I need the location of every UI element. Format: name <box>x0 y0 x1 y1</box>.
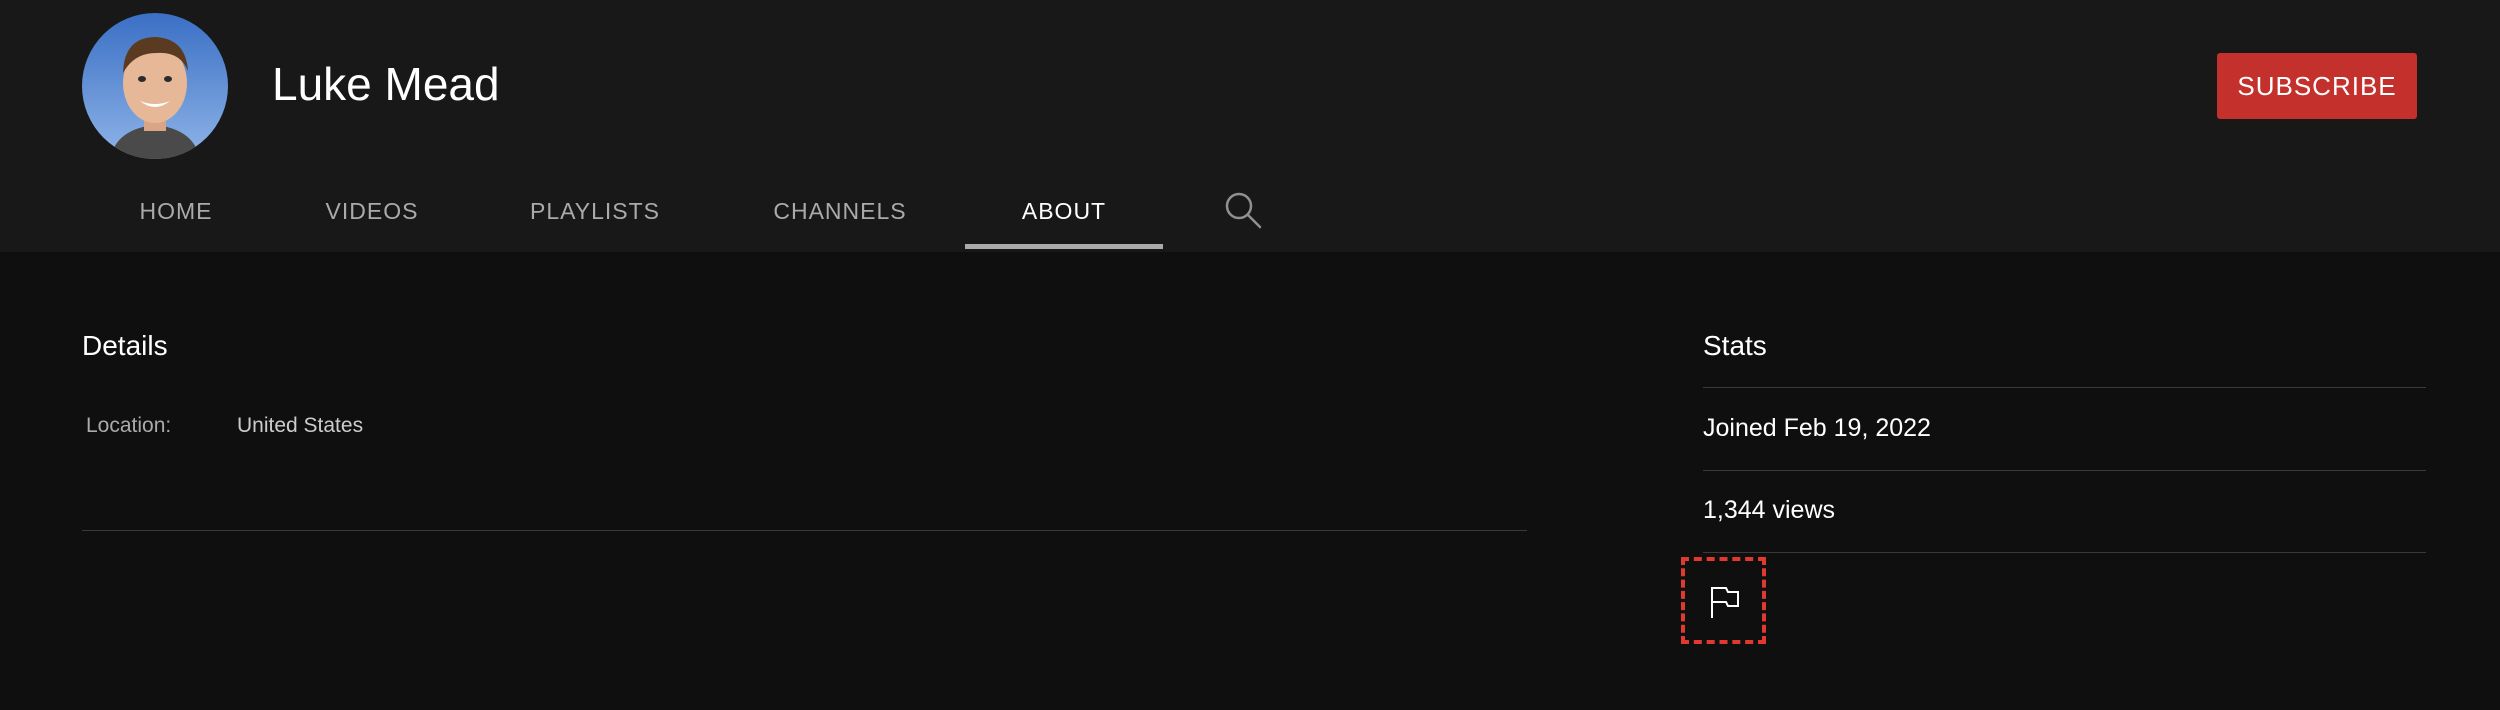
tab-playlists[interactable]: PLAYLISTS <box>500 170 690 252</box>
details-title: Details <box>82 330 168 361</box>
tab-channels[interactable]: CHANNELS <box>740 170 940 252</box>
tab-home[interactable]: HOME <box>96 170 256 252</box>
stats-divider <box>1703 552 2426 553</box>
subscribe-button[interactable]: SUBSCRIBE <box>2217 53 2417 119</box>
report-flag-button[interactable] <box>1681 557 1766 644</box>
channel-tab-bar: HOME VIDEOS PLAYLISTS CHANNELS ABOUT <box>0 170 1400 252</box>
stats-divider <box>1703 387 2426 388</box>
stats-title: Stats <box>1703 330 1767 361</box>
location-label: Location: <box>86 414 172 437</box>
details-divider <box>82 530 1527 531</box>
channel-name: Luke Mead <box>272 58 500 110</box>
stats-divider <box>1703 470 2426 471</box>
search-icon[interactable] <box>1222 190 1264 232</box>
tab-about[interactable]: ABOUT <box>965 170 1163 252</box>
avatar[interactable] <box>82 13 228 159</box>
joined-date: Joined Feb 19, 2022 <box>1703 414 1931 442</box>
flag-icon[interactable] <box>1709 585 1741 619</box>
active-tab-indicator <box>965 244 1163 249</box>
tab-videos[interactable]: VIDEOS <box>292 170 452 252</box>
location-value: United States <box>237 414 364 437</box>
view-count: 1,344 views <box>1703 496 1836 524</box>
